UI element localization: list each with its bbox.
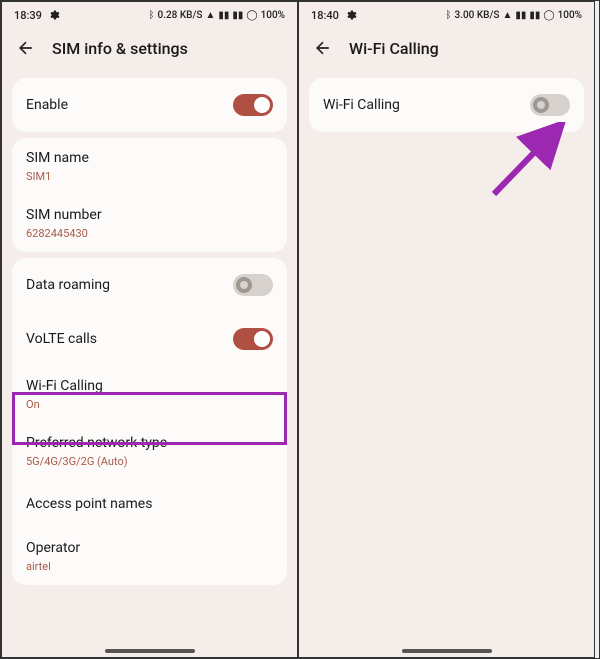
nav-gesture-bar[interactable] <box>105 649 195 653</box>
battery-pct: 100% <box>558 10 582 21</box>
sim-number-label: SIM number <box>26 207 273 223</box>
screen-wifi-calling: 18:40 ᛒ 3.00 KB/S ▲ ▮▮ ▮▮ ◯ 100% Wi-Fi C… <box>298 1 595 658</box>
status-left: 18:39 <box>14 9 60 22</box>
status-bar: 18:39 ᛒ 0.28 KB/S ▲ ▮▮ ▮▮ ◯ 100% <box>2 2 297 28</box>
wifi-icon: ▲ <box>205 10 215 21</box>
status-time: 18:40 <box>311 9 339 22</box>
back-icon[interactable] <box>313 38 333 58</box>
status-right: ᛒ 0.28 KB/S ▲ ▮▮ ▮▮ ◯ 100% <box>149 10 285 21</box>
enable-toggle[interactable] <box>233 94 273 116</box>
enable-card: Enable <box>12 78 287 132</box>
apn-row[interactable]: Access point names <box>12 480 287 528</box>
sim-number-value: 6282445430 <box>26 227 273 240</box>
pref-network-value: 5G/4G/3G/2G (Auto) <box>26 455 273 468</box>
signal-icon: ▮▮ <box>515 10 526 21</box>
page-header: SIM info & settings <box>2 28 297 72</box>
battery-icon: ◯ <box>543 10 554 21</box>
battery-pct: 100% <box>261 10 285 21</box>
wifi-icon: ▲ <box>502 10 512 21</box>
data-roaming-label: Data roaming <box>26 277 110 293</box>
pref-network-row[interactable]: Preferred network type 5G/4G/3G/2G (Auto… <box>12 423 287 480</box>
signal-icon: ▮▮ <box>232 10 243 21</box>
sim-name-value: SIM1 <box>26 170 273 183</box>
wifi-calling-card: Wi-Fi Calling <box>309 78 584 132</box>
data-roaming-row[interactable]: Data roaming <box>12 258 287 312</box>
volte-row[interactable]: VoLTE calls <box>12 312 287 366</box>
page-header: Wi-Fi Calling <box>299 28 594 72</box>
nav-gesture-bar[interactable] <box>402 649 492 653</box>
volte-toggle[interactable] <box>233 328 273 350</box>
data-rate: 3.00 KB/S <box>455 10 500 21</box>
back-icon[interactable] <box>16 38 36 58</box>
enable-label: Enable <box>26 97 68 113</box>
wifi-calling-label: Wi-Fi Calling <box>26 378 273 394</box>
wifi-calling-row[interactable]: Wi-Fi Calling On <box>12 366 287 423</box>
sim-info-card: SIM name SIM1 SIM number 6282445430 <box>12 138 287 252</box>
bluetooth-icon: ᛒ <box>149 10 155 21</box>
wifi-calling-row[interactable]: Wi-Fi Calling <box>309 78 584 132</box>
status-time: 18:39 <box>14 9 42 22</box>
sim-name-row[interactable]: SIM name SIM1 <box>12 138 287 195</box>
signal-icon: ▮▮ <box>218 10 229 21</box>
battery-icon: ◯ <box>246 10 257 21</box>
operator-label: Operator <box>26 540 273 556</box>
bluetooth-icon: ᛒ <box>446 10 452 21</box>
page-title: Wi-Fi Calling <box>349 39 439 58</box>
data-roaming-toggle[interactable] <box>233 274 273 296</box>
operator-value: airtel <box>26 560 273 573</box>
status-bar: 18:40 ᛒ 3.00 KB/S ▲ ▮▮ ▮▮ ◯ 100% <box>299 2 594 28</box>
apn-label: Access point names <box>26 496 273 512</box>
settings-icon <box>48 9 60 21</box>
sim-name-label: SIM name <box>26 150 273 166</box>
volte-label: VoLTE calls <box>26 331 97 347</box>
settings-icon <box>345 9 357 21</box>
screen-sim-settings: 18:39 ᛒ 0.28 KB/S ▲ ▮▮ ▮▮ ◯ 100% SIM inf… <box>1 1 298 658</box>
page-title: SIM info & settings <box>52 39 188 58</box>
data-rate: 0.28 KB/S <box>158 10 203 21</box>
status-right: ᛒ 3.00 KB/S ▲ ▮▮ ▮▮ ◯ 100% <box>446 10 582 21</box>
annotation-arrow <box>479 122 569 202</box>
network-card: Data roaming VoLTE calls Wi-Fi Calling O… <box>12 258 287 585</box>
enable-row[interactable]: Enable <box>12 78 287 132</box>
wifi-calling-label: Wi-Fi Calling <box>323 97 400 113</box>
pref-network-label: Preferred network type <box>26 435 273 451</box>
wifi-calling-state: On <box>26 398 273 411</box>
status-left: 18:40 <box>311 9 357 22</box>
signal-icon: ▮▮ <box>529 10 540 21</box>
wifi-calling-toggle[interactable] <box>530 94 570 116</box>
operator-row[interactable]: Operator airtel <box>12 528 287 585</box>
sim-number-row[interactable]: SIM number 6282445430 <box>12 195 287 252</box>
